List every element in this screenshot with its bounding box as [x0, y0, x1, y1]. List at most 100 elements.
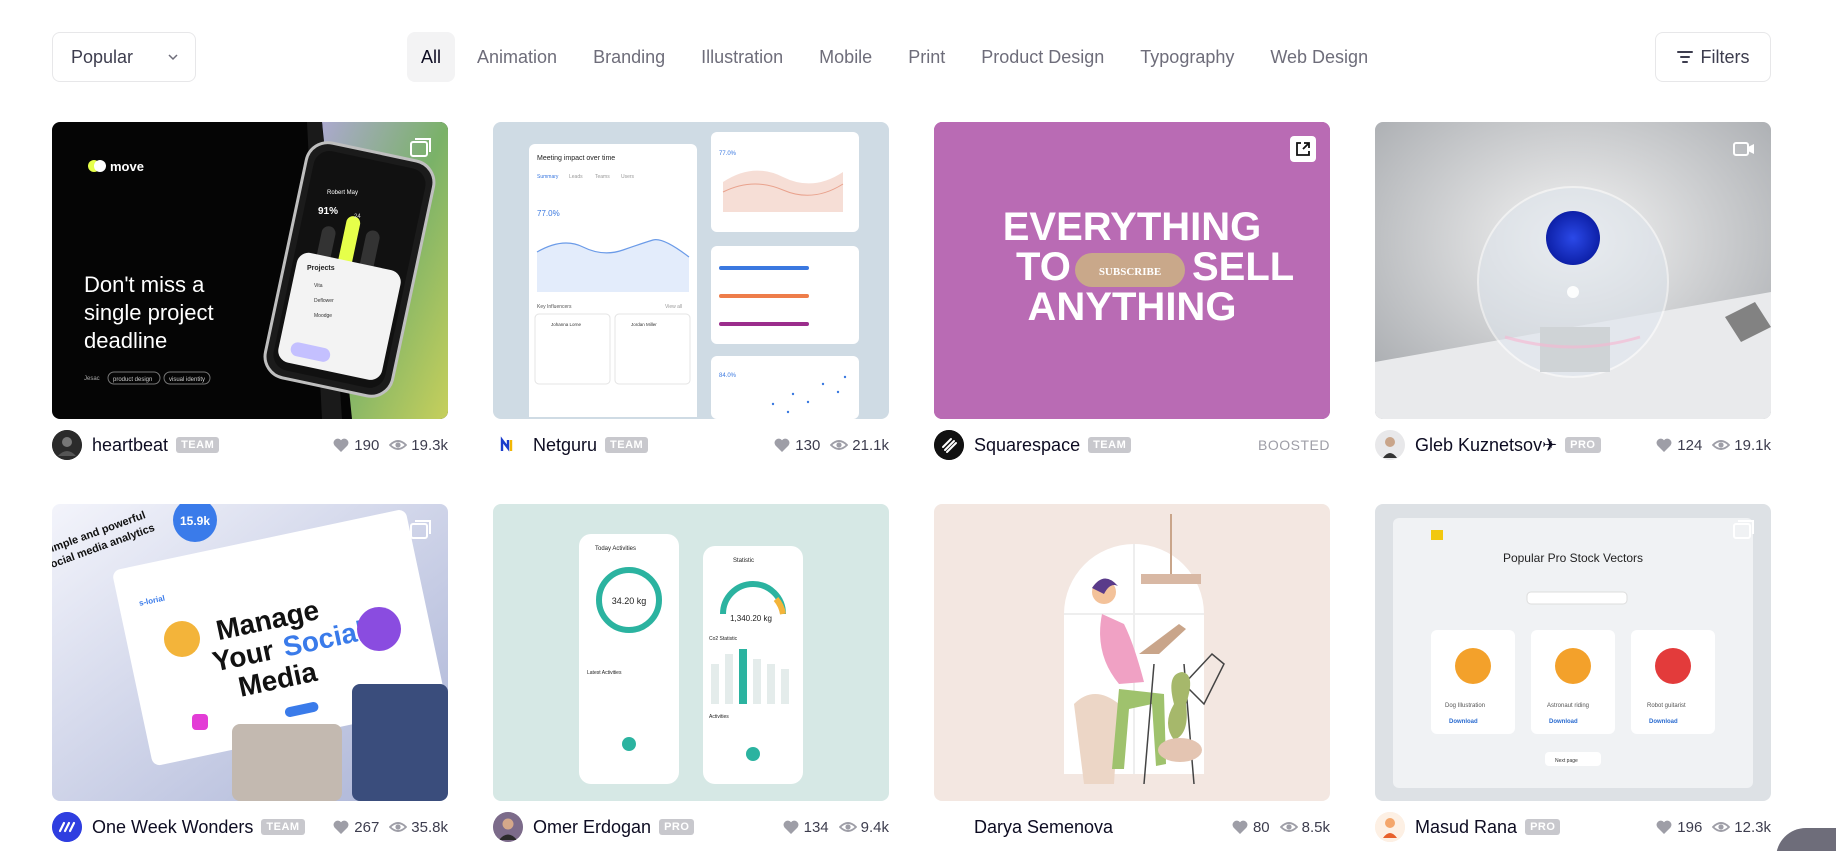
panel-tab: Leads — [569, 174, 583, 180]
tab-animation[interactable]: Animation — [459, 32, 575, 82]
video-icon — [1733, 142, 1754, 156]
avatar[interactable] — [1375, 812, 1405, 842]
person-name: Jordan Miller — [631, 322, 657, 327]
shot-thumbnail[interactable] — [1375, 122, 1771, 419]
shot-art-illustration — [934, 504, 1330, 801]
author-badge: TEAM — [176, 437, 220, 453]
stock-card-label: Robot guitarist — [1647, 703, 1686, 709]
phone-stat: 91% — [318, 206, 338, 217]
likes-count: 267 — [354, 818, 380, 836]
heart-icon[interactable] — [332, 818, 350, 836]
tab-typography[interactable]: Typography — [1122, 32, 1252, 82]
shot-stats: 80 8.5k — [1231, 818, 1330, 836]
heart-icon[interactable] — [1655, 436, 1673, 454]
shot-stats: 130 21.1k — [773, 436, 889, 454]
shot-thumbnail[interactable]: Today Activities 34.20 kg Latest Activit… — [493, 504, 889, 801]
author-name[interactable]: Darya Semenova — [974, 817, 1113, 838]
heart-icon[interactable] — [1231, 818, 1249, 836]
phone-num: 24 — [354, 214, 361, 220]
chevron-down-icon — [168, 54, 178, 61]
shot-stats: 134 9.4k — [782, 818, 889, 836]
ad-line: EVERYTHING — [1003, 205, 1262, 249]
heart-icon[interactable] — [782, 818, 800, 836]
author-name[interactable]: Omer Erdogan — [533, 817, 651, 838]
shot-card[interactable]: Darya Semenova 80 8.5k — [934, 504, 1330, 837]
tab-mobile[interactable]: Mobile — [801, 32, 890, 82]
tab-branding[interactable]: Branding — [575, 32, 683, 82]
person-name: Johanna Lorne — [551, 322, 582, 327]
heart-icon[interactable] — [773, 436, 791, 454]
svg-text:Jesac: Jesac — [84, 376, 100, 382]
shot-meta: One Week Wonders TEAM 267 35.8k — [52, 811, 448, 843]
tab-illustration[interactable]: Illustration — [683, 32, 801, 82]
shot-card[interactable]: Today Activities 34.20 kg Latest Activit… — [493, 504, 889, 842]
shot-thumbnail[interactable]: Manage Your Social Media s-lorial imple … — [52, 504, 448, 801]
shot-tag: visual identity — [169, 377, 205, 383]
author-badge: TEAM — [1088, 437, 1132, 453]
likes-count: 124 — [1677, 436, 1703, 454]
shot-card[interactable]: EVERYTHING TO SUBSCRIBE SELL ANYTHING Sq… — [934, 122, 1330, 460]
shot-brand: move — [110, 159, 144, 174]
shot-thumbnail[interactable] — [934, 504, 1330, 801]
stock-card-label: Astronaut riding — [1547, 703, 1589, 709]
tab-web-design[interactable]: Web Design — [1252, 32, 1386, 82]
avatar[interactable] — [493, 430, 523, 460]
multi-shot-icon — [410, 520, 431, 539]
phone-list-item: Vita — [314, 283, 323, 289]
avatar[interactable] — [493, 812, 523, 842]
heart-icon[interactable] — [332, 436, 350, 454]
tab-product-design[interactable]: Product Design — [963, 32, 1122, 82]
multi-shot-icon — [1733, 520, 1754, 539]
avatar[interactable] — [934, 430, 964, 460]
author-name[interactable]: Squarespace — [974, 435, 1080, 456]
shot-card[interactable]: Meeting impact over time Summary Leads T… — [493, 122, 889, 460]
panel-link: View all — [665, 304, 682, 310]
shot-thumbnail[interactable]: Popular Pro Stock Vectors Dog Illustrati… — [1375, 504, 1771, 801]
author-name[interactable]: One Week Wonders — [92, 817, 253, 838]
author-name[interactable]: Masud Rana — [1415, 817, 1517, 838]
panel-pct: 84.0% — [719, 373, 737, 379]
category-tabs: All Animation Branding Illustration Mobi… — [407, 32, 1386, 82]
likes-count: 134 — [803, 818, 829, 836]
eye-icon — [1712, 822, 1731, 832]
avatar[interactable] — [934, 812, 964, 842]
shot-headline-line: single project — [84, 300, 214, 325]
panel-tab: Summary — [537, 174, 559, 180]
author-name[interactable]: Netguru — [533, 435, 597, 456]
shot-card[interactable]: Gleb Kuznetsov✈ PRO 124 19.1k — [1375, 122, 1771, 460]
tab-all[interactable]: All — [407, 32, 456, 82]
likes-count: 80 — [1252, 818, 1270, 836]
heart-icon[interactable] — [1655, 818, 1673, 836]
download-link: Download — [1649, 719, 1678, 725]
author-name[interactable]: Gleb Kuznetsov✈ — [1415, 435, 1557, 456]
shot-card[interactable]: Popular Pro Stock Vectors Dog Illustrati… — [1375, 504, 1771, 842]
shot-stats: 190 19.3k — [332, 436, 448, 454]
shot-art-glass-player — [1375, 122, 1771, 419]
shot-thumbnail[interactable]: EVERYTHING TO SUBSCRIBE SELL ANYTHING — [934, 122, 1330, 419]
shot-art-dashboard: Meeting impact over time Summary Leads T… — [493, 122, 889, 419]
help-chat-button[interactable] — [1776, 828, 1836, 851]
sort-label: Popular — [71, 46, 134, 67]
views-count: 19.3k — [411, 436, 448, 454]
author-name[interactable]: heartbeat — [92, 435, 168, 456]
shot-card[interactable]: move Don't miss a single project deadlin… — [52, 122, 448, 460]
sort-dropdown[interactable]: Popular — [52, 32, 196, 82]
avatar[interactable] — [52, 430, 82, 460]
shot-card[interactable]: Manage Your Social Media s-lorial imple … — [52, 504, 448, 842]
shot-headline-line: Don't miss a — [84, 272, 205, 297]
panel-label: Key Influencers — [537, 304, 572, 310]
ring-value: 34.20 kg — [612, 596, 647, 606]
next-page: Next page — [1555, 758, 1578, 764]
shot-tag: product design — [113, 377, 152, 383]
phone-list-item: Moodge — [314, 313, 332, 319]
shot-thumbnail[interactable]: move Don't miss a single project deadlin… — [52, 122, 448, 419]
ad-line: ANYTHING — [1028, 285, 1237, 329]
filters-button[interactable]: Filters — [1655, 32, 1771, 82]
tab-print[interactable]: Print — [890, 32, 963, 82]
external-link-icon[interactable] — [1290, 136, 1316, 162]
avatar[interactable] — [52, 812, 82, 842]
shot-art-stock-vectors: Popular Pro Stock Vectors Dog Illustrati… — [1375, 504, 1771, 801]
stock-title: Popular Pro Stock Vectors — [1503, 551, 1643, 565]
shot-thumbnail[interactable]: Meeting impact over time Summary Leads T… — [493, 122, 889, 419]
avatar[interactable] — [1375, 430, 1405, 460]
